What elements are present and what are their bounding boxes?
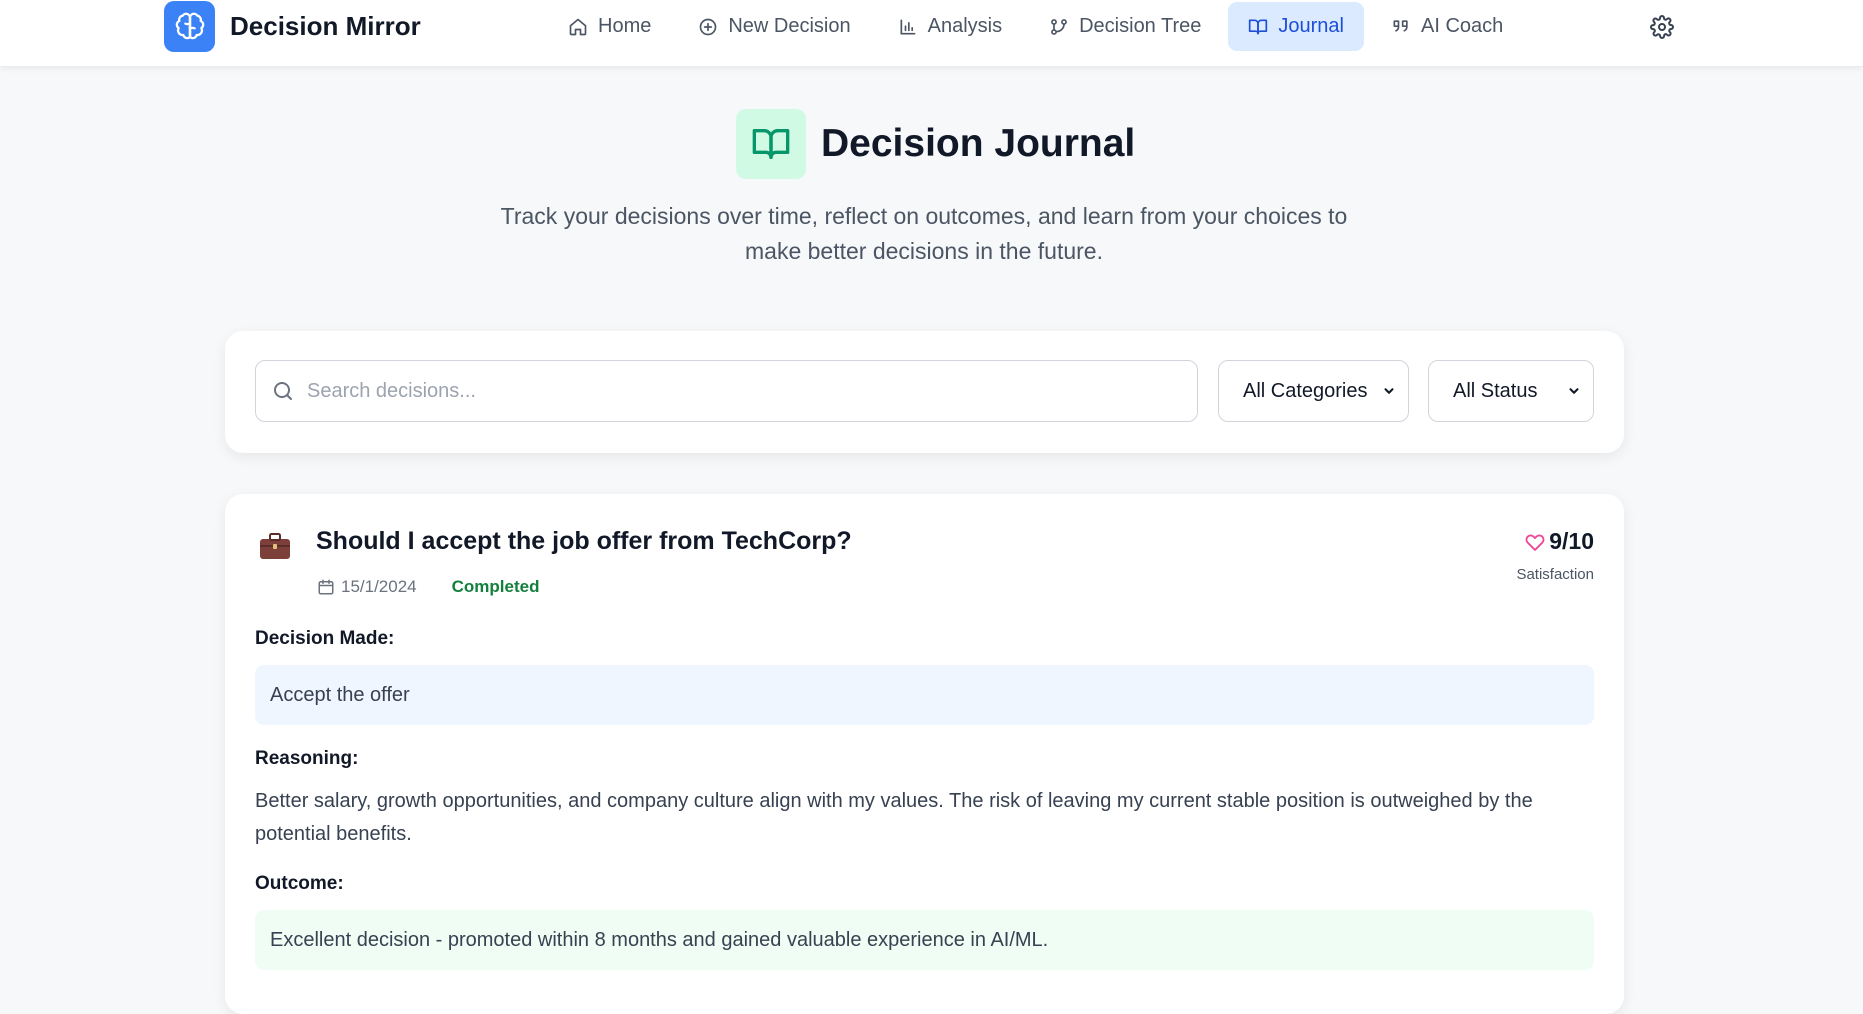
decision-title: Should I accept the job offer from TechC… (316, 527, 852, 555)
reasoning-text: Better salary, growth opportunities, and… (255, 790, 1533, 845)
decision-meta: 15/1/2024 Completed (317, 577, 539, 597)
filter-panel: All Categories All Status (225, 331, 1624, 453)
top-navbar: Decision Mirror Home New Decision Analys… (0, 0, 1863, 67)
search-field[interactable] (255, 360, 1198, 422)
book-icon (1249, 19, 1268, 35)
chevron-down-icon (1384, 388, 1394, 394)
outcome-label: Outcome: (255, 873, 344, 894)
bar-chart-icon (900, 19, 916, 35)
outcome-text: Excellent decision - promoted within 8 m… (270, 928, 1049, 951)
nav-item-home[interactable]: Home (548, 2, 671, 51)
book-open-icon (752, 129, 790, 159)
nav-item-label: AI Coach (1421, 15, 1504, 37)
briefcase-icon (259, 532, 291, 565)
nav-item-label: New Decision (728, 15, 851, 37)
nav-item-decision-tree[interactable]: Decision Tree (1029, 2, 1221, 51)
brand[interactable]: Decision Mirror (164, 1, 421, 52)
home-icon (569, 18, 587, 35)
status-badge: Completed (451, 577, 540, 596)
decision-made-box: Accept the offer (255, 665, 1594, 725)
settings-button[interactable] (1648, 13, 1676, 41)
nav-item-label: Decision Tree (1079, 15, 1202, 37)
status-select[interactable]: All Status (1428, 360, 1594, 422)
score-label: Satisfaction (1516, 566, 1594, 583)
nav-item-label: Home (598, 15, 652, 37)
nav-item-label: Analysis (927, 15, 1003, 37)
category-select[interactable]: All Categories (1218, 360, 1409, 422)
decision-made-text: Accept the offer (270, 683, 410, 706)
nav-item-analysis[interactable]: Analysis (878, 2, 1022, 51)
branch-icon (1051, 18, 1068, 35)
app-name: Decision Mirror (230, 11, 421, 41)
nav-item-new-decision[interactable]: New Decision (678, 2, 870, 51)
plus-circle-icon (700, 18, 717, 35)
main-nav: Home New Decision Analysis Decision Tree… (548, 2, 1530, 51)
reasoning-label: Reasoning: (255, 748, 359, 769)
decision-made-label: Decision Made: (255, 628, 395, 649)
search-icon (271, 379, 295, 403)
decision-date: 15/1/2024 (341, 577, 417, 596)
journal-hero-icon-box (736, 109, 806, 179)
status-select-value: All Status (1453, 379, 1538, 402)
page-subtitle: Track your decisions over time, reflect … (500, 203, 1348, 264)
decision-card[interactable]: Should I accept the job offer from TechC… (225, 494, 1624, 1014)
score-value: 9/10 (1549, 528, 1594, 554)
nav-item-journal[interactable]: Journal (1228, 2, 1364, 51)
chevron-down-icon (1569, 388, 1579, 394)
satisfaction-score: 9/10 (1525, 528, 1594, 555)
calendar-icon (318, 579, 334, 595)
nav-item-label: Journal (1278, 15, 1344, 37)
category-select-value: All Categories (1243, 379, 1368, 402)
search-input[interactable] (307, 379, 1187, 403)
nav-item-ai-coach[interactable]: AI Coach (1371, 2, 1523, 51)
heart-icon (1525, 534, 1545, 551)
page-title: Decision Journal (821, 122, 1136, 165)
gear-icon (1650, 15, 1674, 39)
outcome-box: Excellent decision - promoted within 8 m… (255, 910, 1594, 970)
brain-icon (164, 1, 215, 52)
quote-icon (1393, 19, 1408, 32)
